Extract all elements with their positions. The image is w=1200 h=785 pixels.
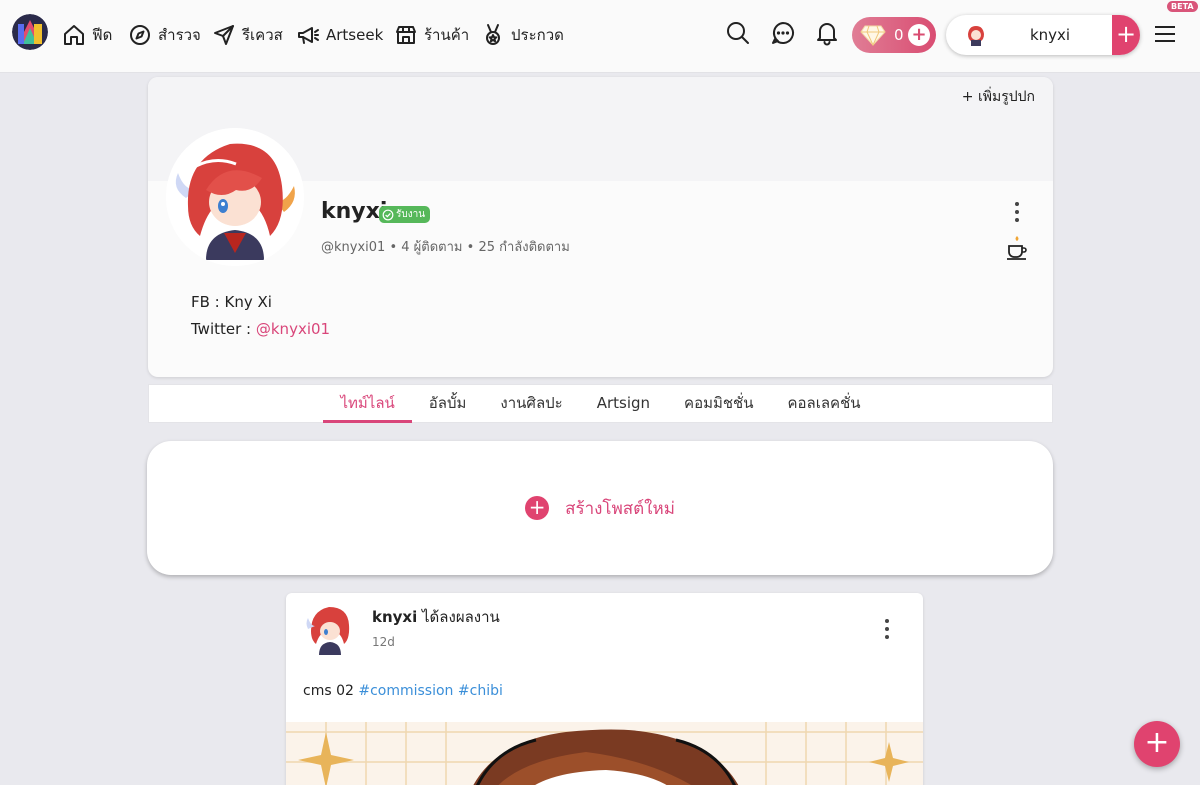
nav-shop[interactable]: ร้านค้า [394,20,469,50]
followers-count[interactable]: 4 ผู้ติดตาม [401,240,462,255]
bio-twitter-label: Twitter : [191,320,256,338]
post-author-name[interactable]: knyxi [372,608,417,626]
profile-name: knyxi [321,199,388,224]
status-badge: รับงาน [379,206,431,223]
search-icon [727,22,749,44]
tab-timeline[interactable]: ไทม์ไลน์ [323,385,413,423]
home-icon [64,25,84,45]
user-avatar [964,23,988,47]
add-cover-button[interactable]: + เพิ่มรูปปก [962,86,1035,108]
diamond-icon [860,25,886,46]
medal-icon [486,24,500,45]
nav-contest-label: ประกวด [511,26,564,44]
top-navigation-bar: ฟีด สำรวจ รีเควส Artseek ร้านค้า ประกวด … [0,0,1200,73]
profile-options-icon[interactable] [1014,202,1020,226]
status-badge-label: รับงาน [396,209,426,220]
chat-bubble-icon [772,22,794,44]
floating-add-button[interactable]: + [1134,721,1180,767]
menu-icon[interactable] [1155,26,1175,42]
nav-feed[interactable]: ฟีด [62,20,112,50]
twitter-link[interactable]: @knyxi01 [256,320,330,338]
profile-tabs: ไทม์ไลน์ อัลบั้ม งานศิลปะ Artsign คอมมิช… [148,384,1053,423]
meta-separator: • [466,240,479,255]
post-text: cms 02 #commission #chibi [303,683,503,699]
send-icon [214,25,234,45]
nav-request-label: รีเควส [242,26,283,44]
site-logo[interactable] [12,14,48,50]
add-gems-button[interactable]: + [908,24,930,46]
hashtag-link[interactable]: #commission [358,683,453,699]
check-circle-icon [382,209,394,220]
create-button[interactable]: + [1112,15,1140,55]
profile-meta: @knyxi01 • 4 ผู้ติดตาม • 25 กำลังติดตาม [321,236,570,257]
profile-handle: @knyxi01 [321,240,386,255]
gem-count: 0 [894,26,904,44]
user-menu[interactable]: knyxi + [946,15,1140,55]
megaphone-icon [298,27,319,44]
header-username: knyxi [1029,26,1071,44]
profile-avatar[interactable] [166,128,304,266]
tab-album[interactable]: อัลบั้ม [412,385,484,423]
profile-card: + เพิ่มรูปปก knyxi รับงาน @knyxi01 • 4 ผ… [148,77,1053,377]
tab-commission[interactable]: คอมมิชชั่น [667,385,770,423]
plus-circle-icon: + [525,496,550,520]
tab-artworks[interactable]: งานศิลปะ [483,385,579,423]
notifications-button[interactable] [814,20,840,46]
post-author-avatar[interactable] [303,601,357,655]
post-artwork-image[interactable] [286,722,923,785]
nav-explore[interactable]: สำรวจ [128,20,201,50]
nav-artseek[interactable]: Artseek [296,20,383,50]
chat-button[interactable] [770,20,796,46]
bio-twitter-row: Twitter : @knyxi01 [191,316,330,343]
post-timestamp: 12d [372,635,395,649]
search-button[interactable] [725,20,751,46]
beta-badge: BETA [1167,1,1198,12]
tab-collection[interactable]: คอลเลคชั่น [770,385,877,423]
meta-separator: • [389,240,402,255]
nav-feed-label: ฟีด [92,26,113,44]
post-options-icon[interactable] [884,619,890,643]
following-count[interactable]: 25 กำลังติดตาม [478,240,569,255]
coffee-cup-icon[interactable] [1005,234,1029,262]
store-icon [396,26,416,44]
bell-icon [817,23,837,46]
hashtag-link[interactable]: #chibi [458,683,503,699]
nav-contest[interactable]: ประกวด [481,20,564,50]
nav-request[interactable]: รีเควส [212,20,283,50]
nav-explore-label: สำรวจ [158,26,201,44]
nav-shop-label: ร้านค้า [424,26,470,44]
timeline-post: knyxi ได้ลงผลงาน 12d cms 02 #commission … [286,593,923,785]
nav-artseek-label: Artseek [326,26,384,44]
create-post-label: สร้างโพสต์ใหม่ [565,498,675,519]
compass-icon [130,25,150,45]
bio-facebook: FB : Kny Xi [191,293,272,311]
post-action: ได้ลงผลงาน [417,608,500,626]
post-header: knyxi ได้ลงผลงาน [372,605,500,629]
post-caption: cms 02 [303,683,354,699]
gem-balance[interactable]: 0 + [852,17,936,53]
tab-artsign[interactable]: Artsign [580,385,667,423]
create-post-button[interactable]: + สร้างโพสต์ใหม่ [147,441,1053,575]
profile-bio: FB : Kny Xi Twitter : @knyxi01 [191,289,330,343]
